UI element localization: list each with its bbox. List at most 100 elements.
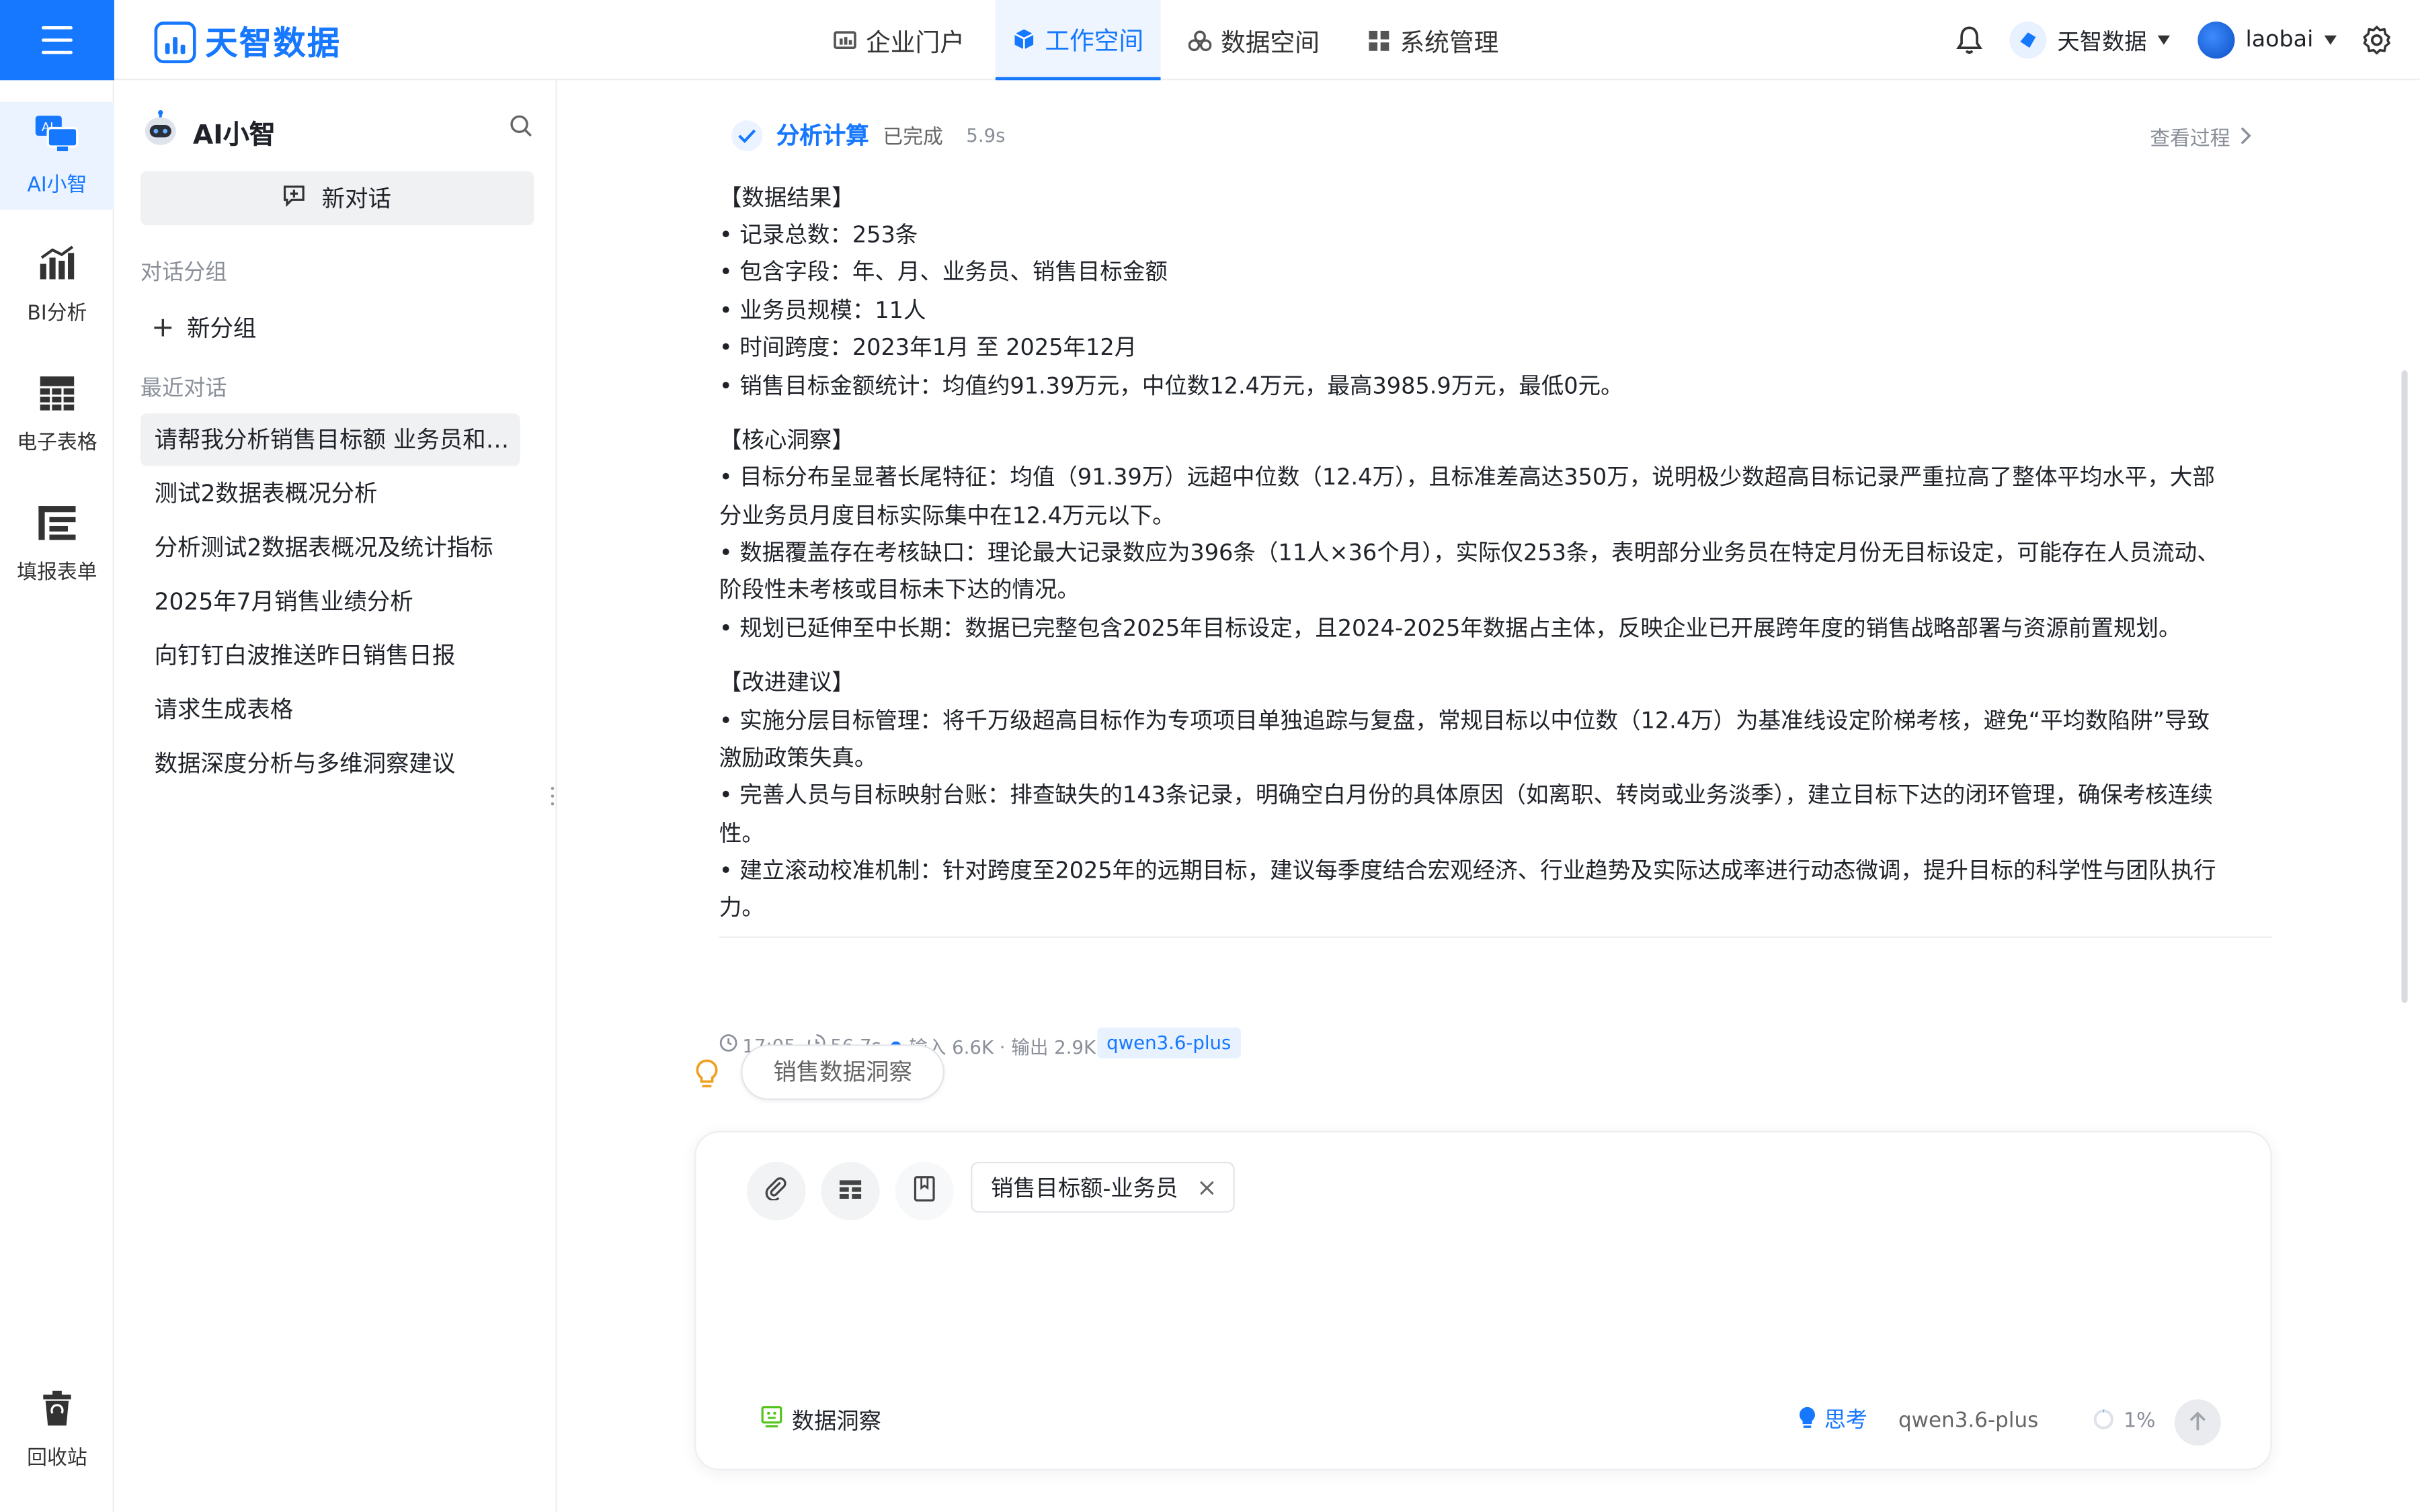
context-usage: 1% xyxy=(2093,1407,2156,1437)
new-chat-icon xyxy=(283,183,306,213)
settings-gear-icon[interactable] xyxy=(2362,25,2392,62)
username: laobai xyxy=(2245,28,2314,53)
org-switcher[interactable]: 天智数据 xyxy=(2009,22,2171,59)
conversation-item[interactable]: 分析测试2数据表概况及统计指标 xyxy=(140,521,520,574)
suggestion-chip[interactable]: 销售数据洞察 xyxy=(741,1044,945,1100)
arrow-up-icon xyxy=(2189,1408,2208,1437)
bulb-filled-icon xyxy=(1798,1404,1817,1434)
user-avatar xyxy=(2197,22,2235,59)
nav-system[interactable]: 系统管理 xyxy=(1355,0,1511,80)
section-heading: 【数据结果】 xyxy=(719,185,854,212)
portal-icon xyxy=(834,28,856,51)
context-chip-label: 销售目标额-业务员 xyxy=(990,1177,1178,1202)
rail-spreadsheet[interactable]: 电子表格 xyxy=(0,361,114,469)
message-line: • 实施分层目标管理：将千万级超高目标作为专项项目单独追踪与复盘，常规目标以中位… xyxy=(719,708,2210,734)
nav-label: 企业门户 xyxy=(866,28,965,57)
ai-icon: AI xyxy=(34,114,81,161)
conversation-item[interactable]: 请帮我分析销售目标额 业务员和月度 xyxy=(140,413,520,466)
message-line: 分业务员月度目标实际集中在12.4万元以下。 xyxy=(719,503,1175,530)
logo-icon xyxy=(154,20,196,62)
think-toggle[interactable]: 思考 xyxy=(1798,1404,1867,1435)
message-line: • 完善人员与目标映射台账：排查缺失的143条记录，明确空白月份的具体原因（如离… xyxy=(719,782,2213,809)
model-selector[interactable]: qwen3.6-plus xyxy=(1898,1409,2038,1433)
bar-chart-icon xyxy=(37,245,77,288)
data-space-icon xyxy=(1188,28,1212,51)
new-chat-label: 新对话 xyxy=(321,185,392,213)
logo[interactable]: 天智数据 xyxy=(154,19,341,65)
app-rail: AI AI小智 BI分析 电子表格 填报表单 回收站 xyxy=(0,80,114,1512)
knowledge-button[interactable] xyxy=(895,1161,954,1221)
clock-icon xyxy=(719,1034,738,1056)
hamburger-icon xyxy=(41,26,73,30)
message-line: 力。 xyxy=(719,894,764,921)
conversation-item[interactable]: 2025年7月销售业绩分析 xyxy=(140,575,520,628)
view-process-link[interactable]: 查看过程 xyxy=(2150,122,2252,151)
menu-button[interactable] xyxy=(0,0,114,81)
new-chat-button[interactable]: 新对话 xyxy=(140,171,534,226)
message-line: 阶段性未考核或目标未下达的情况。 xyxy=(719,577,1080,603)
mode-label: 数据洞察 xyxy=(791,1410,881,1435)
conversation-item[interactable]: 数据深度分析与多维洞察建议 xyxy=(140,737,520,790)
progress-ring-icon xyxy=(2093,1407,2114,1437)
new-group-label: 新分组 xyxy=(187,314,257,343)
grid-icon xyxy=(1367,28,1390,51)
user-menu[interactable]: laobai xyxy=(2197,22,2337,59)
rail-label: 填报表单 xyxy=(17,561,97,585)
conversation-sidebar: AI小智 新对话 对话分组 + 新分组 最近对话 请帮我分析销售目标额 业务员和… xyxy=(114,80,561,1512)
rail-form[interactable]: 填报表单 xyxy=(0,491,114,599)
message-line: • 包含字段：年、月、业务员、销售目标金额 xyxy=(719,259,1168,286)
paperclip-icon xyxy=(764,1175,789,1206)
caret-down-icon xyxy=(2157,35,2171,45)
cube-icon xyxy=(1012,27,1035,50)
think-label: 思考 xyxy=(1824,1409,1868,1433)
org-name: 天智数据 xyxy=(2057,30,2147,55)
message-line: • 数据覆盖存在考核缺口：理论最大记录数应为396条（11人×36个月），实际仅… xyxy=(719,540,2220,566)
analysis-status: 已完成 xyxy=(883,126,943,150)
context-percent: 1% xyxy=(2124,1410,2156,1433)
attach-button[interactable] xyxy=(747,1161,806,1221)
nav-label: 工作空间 xyxy=(1045,26,1144,56)
nav-label: 数据空间 xyxy=(1221,28,1320,57)
search-icon[interactable] xyxy=(510,114,532,144)
database-table-icon xyxy=(838,1177,863,1206)
caret-down-icon xyxy=(2324,35,2337,45)
message-line: • 规划已延伸至中长期：数据已完整包含2025年目标设定，且2024-2025年… xyxy=(719,616,2181,642)
conversation-item[interactable]: 向钉钉白波推送昨日销售日报 xyxy=(140,630,520,682)
close-icon[interactable] xyxy=(1199,1173,1215,1202)
rail-label: BI分析 xyxy=(27,302,87,326)
message-line: • 业务员规模：11人 xyxy=(719,298,926,325)
scrollbar[interactable] xyxy=(2401,370,2408,1003)
sidebar-header: AI小智 xyxy=(144,110,276,153)
composer: 销售目标额-业务员 数据洞察 思考 qwen3.6-plus 1% xyxy=(694,1130,2272,1470)
new-group-button[interactable]: + 新分组 xyxy=(151,312,256,344)
org-avatar xyxy=(2009,22,2047,59)
logo-text: 天智数据 xyxy=(205,24,341,62)
plus-icon: + xyxy=(151,310,175,343)
message-line: • 目标分布呈显著长尾特征：均值（91.39万）远超中位数（12.4万），且标准… xyxy=(719,464,2215,491)
analysis-duration: 5.9s xyxy=(966,124,1006,146)
context-chip[interactable]: 销售目标额-业务员 xyxy=(971,1161,1236,1213)
rail-label: 回收站 xyxy=(27,1447,87,1470)
rail-ai-assistant[interactable]: AI AI小智 xyxy=(0,101,114,210)
nav-portal[interactable]: 企业门户 xyxy=(818,0,980,80)
analysis-step[interactable]: 分析计算 已完成 5.9s xyxy=(731,119,1005,151)
rail-bi-analysis[interactable]: BI分析 xyxy=(0,231,114,339)
sidebar-title: AI小智 xyxy=(192,119,276,151)
trash-recycle-icon xyxy=(40,1390,75,1433)
nav-workspace[interactable]: 工作空间 xyxy=(995,0,1161,81)
message-line: • 时间跨度：2023年1月 至 2025年12月 xyxy=(719,335,1137,362)
datasource-button[interactable] xyxy=(821,1161,880,1221)
send-button[interactable] xyxy=(2174,1399,2221,1446)
nav-data-space[interactable]: 数据空间 xyxy=(1176,0,1332,80)
model-tag: qwen3.6-plus xyxy=(1097,1027,1241,1058)
chevron-right-icon xyxy=(2239,122,2251,151)
conversation-item[interactable]: 请求生成表格 xyxy=(140,683,520,736)
message-line: 性。 xyxy=(719,821,764,847)
conversation-item[interactable]: 测试2数据表概况分析 xyxy=(140,468,520,520)
bell-icon[interactable] xyxy=(1954,25,1985,62)
message-line: • 建立滚动校准机制：针对跨度至2025年的远期目标，建议每季度结合宏观经济、行… xyxy=(719,857,2216,884)
rail-trash[interactable]: 回收站 xyxy=(0,1376,114,1484)
robot-avatar-icon xyxy=(144,110,178,153)
top-bar: 天智数据 企业门户 工作空间 数据空间 系统管理 天智数据 laobai xyxy=(0,0,2420,81)
mode-data-insight[interactable]: 数据洞察 xyxy=(761,1404,881,1436)
